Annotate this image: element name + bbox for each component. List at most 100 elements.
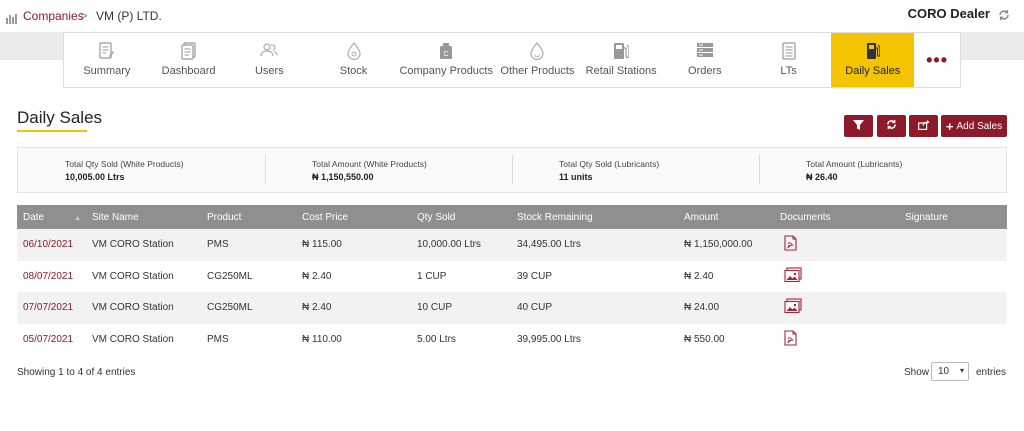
add-sales-button[interactable]: + Add Sales	[941, 115, 1007, 137]
refresh-button[interactable]	[877, 115, 906, 137]
nav-stock[interactable]: Stock	[311, 33, 396, 87]
pagination-info: Showing 1 to 4 of 4 entries	[17, 367, 136, 378]
column-header-stock[interactable]: Stock Remaining	[511, 205, 678, 229]
summary-label: Total Amount (Lubricants)	[806, 159, 903, 169]
show-label: Show	[904, 367, 930, 378]
sort-icon: ▲	[74, 214, 82, 222]
cell-qty: 1 CUP	[417, 270, 447, 282]
switch-account-icon[interactable]	[998, 8, 1010, 26]
cell-site: VM CORO Station	[92, 270, 174, 282]
cell-date[interactable]: 07/07/2021	[17, 292, 86, 324]
cell-documents	[774, 229, 899, 261]
breadcrumb-current: VM (P) LTD.	[96, 9, 162, 23]
fuel-station-icon	[613, 42, 630, 63]
nav-other-products[interactable]: Other Products	[497, 33, 579, 87]
column-header-documents[interactable]: Documents	[774, 205, 899, 229]
cell-signature	[899, 229, 1007, 261]
cell-product: CG250ML	[207, 302, 253, 314]
cell-signature	[899, 324, 1007, 356]
nav-retail-stations[interactable]: Retail Stations	[578, 33, 664, 87]
cell-signature	[899, 261, 1007, 293]
nav-users[interactable]: Users	[227, 33, 311, 87]
nav-company-products[interactable]: C Company Products	[396, 33, 497, 87]
image-icon[interactable]	[784, 267, 802, 286]
users-icon	[260, 42, 278, 61]
plus-icon: +	[945, 118, 954, 134]
column-header-site[interactable]: Site Name	[86, 205, 201, 229]
image-icon[interactable]	[784, 298, 802, 317]
pdf-icon[interactable]	[784, 235, 797, 254]
column-header-qty[interactable]: Qty Sold	[411, 205, 511, 229]
cell-qty: 10 CUP	[417, 302, 453, 314]
filter-icon	[853, 119, 864, 133]
nav-label: Summary	[83, 65, 131, 77]
lts-icon	[781, 42, 796, 63]
cell-date[interactable]: 05/07/2021	[17, 324, 86, 356]
orders-icon	[696, 42, 714, 61]
breadcrumb-separator: >	[80, 8, 88, 23]
filter-button[interactable]	[844, 115, 873, 137]
column-header-date[interactable]: Date ▲	[17, 205, 86, 229]
page-size-select[interactable]: 10 ▾	[931, 362, 969, 381]
cell-signature	[899, 292, 1007, 324]
cell-amount: ₦ 24.00	[684, 302, 720, 314]
summary-value: ₦ 26.40	[806, 172, 838, 182]
cell-date[interactable]: 06/10/2021	[17, 229, 86, 261]
cell-amount: ₦ 1,150,000.00	[684, 239, 753, 251]
summary-value: 10,005.00 Ltrs	[65, 172, 125, 182]
cell-qty: 5.00 Ltrs	[417, 333, 456, 345]
nav-label: Orders	[688, 65, 722, 77]
svg-text:C: C	[444, 51, 449, 58]
export-button[interactable]	[909, 115, 938, 137]
add-sales-label: Add Sales	[956, 120, 1003, 132]
column-header-product[interactable]: Product	[201, 205, 296, 229]
other-products-icon	[530, 42, 545, 63]
nav-more-button[interactable]: •••	[914, 33, 960, 87]
stock-icon	[346, 42, 361, 63]
table-row[interactable]: 06/10/2021 VM CORO Station PMS ₦ 115.00 …	[17, 229, 1007, 261]
cell-product: PMS	[207, 333, 229, 345]
column-header-cost[interactable]: Cost Price	[296, 205, 411, 229]
column-header-amount[interactable]: Amount	[678, 205, 774, 229]
nav-daily-sales[interactable]: Daily Sales	[831, 33, 915, 87]
column-header-signature[interactable]: Signature	[899, 205, 1007, 229]
nav-lts[interactable]: LTs	[746, 33, 832, 87]
cell-site: VM CORO Station	[92, 333, 174, 345]
cell-date[interactable]: 08/07/2021	[17, 261, 86, 293]
nav-label: Retail Stations	[585, 65, 657, 77]
summary-value: 11 units	[559, 172, 593, 182]
fuel-pump-icon	[866, 42, 881, 63]
summary-white-qty: Total Qty Sold (White Products) 10,005.0…	[18, 148, 265, 192]
pdf-icon[interactable]	[784, 330, 797, 349]
page-size-value: 10	[938, 366, 950, 377]
summary-lubricant-qty: Total Qty Sold (Lubricants) 11 units	[512, 148, 759, 192]
cell-qty: 10,000.00 Ltrs	[417, 239, 481, 251]
top-bar: Companies > VM (P) LTD. CORO Dealer	[0, 0, 1024, 32]
bar-chart-icon	[6, 11, 18, 29]
cell-cost: ₦ 110.00	[302, 333, 342, 345]
entries-label: entries	[976, 367, 1007, 378]
cell-stock: 39 CUP	[517, 270, 553, 282]
summary-label: Total Qty Sold (White Products)	[65, 159, 184, 169]
nav-summary[interactable]: Summary	[64, 33, 150, 87]
cell-site: VM CORO Station	[92, 302, 174, 314]
cell-product: CG250ML	[207, 270, 253, 282]
nav-label: Dashboard	[161, 65, 216, 77]
company-products-icon: C	[439, 42, 453, 63]
refresh-icon	[886, 119, 897, 133]
user-role-label[interactable]: CORO Dealer	[908, 6, 990, 21]
share-icon	[917, 119, 930, 133]
summary-panel: Total Qty Sold (White Products) 10,005.0…	[17, 147, 1007, 193]
table-row[interactable]: 05/07/2021 VM CORO Station PMS ₦ 110.00 …	[17, 323, 1007, 356]
nav-orders[interactable]: Orders	[664, 33, 746, 87]
breadcrumb-companies-link[interactable]: Companies	[23, 9, 84, 23]
cell-amount: ₦ 550.00	[684, 333, 725, 345]
cell-site: VM CORO Station	[92, 239, 174, 251]
title-underline	[17, 130, 87, 132]
table-row[interactable]: 08/07/2021 VM CORO Station CG250ML ₦ 2.4…	[17, 260, 1007, 293]
nav-dashboard[interactable]: Dashboard	[150, 33, 228, 87]
table-row[interactable]: 07/07/2021 VM CORO Station CG250ML ₦ 2.4…	[17, 292, 1007, 324]
cell-amount: ₦ 2.40	[684, 270, 714, 282]
cell-stock: 39,995.00 Ltrs	[517, 333, 581, 345]
main-nav: Summary Dashboard Users Stock C Company …	[63, 32, 961, 88]
